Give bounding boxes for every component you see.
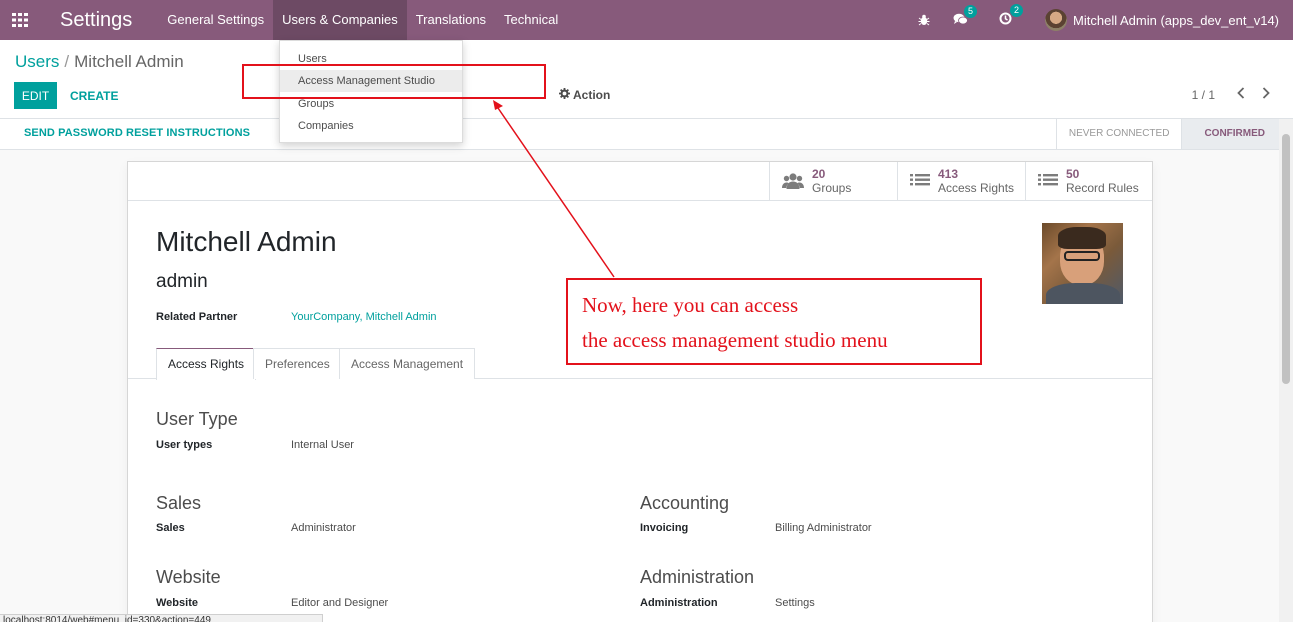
tab-access-management[interactable]: Access Management: [339, 348, 476, 379]
tab-access-rights[interactable]: Access Rights: [156, 348, 257, 380]
groups-label: Groups: [812, 181, 852, 195]
breadcrumb: Users / Mitchell Admin: [15, 52, 184, 72]
user-avatar[interactable]: [1045, 9, 1068, 31]
menu-general-settings[interactable]: General Settings: [158, 0, 273, 40]
gear-icon: [559, 88, 573, 102]
main-menu: General Settings Users & Companies Trans…: [158, 0, 567, 40]
invoicing-label: Invoicing: [640, 522, 689, 534]
app-title: Settings: [60, 8, 133, 31]
access-rights-stat-text: 413 Access Rights: [938, 167, 1014, 195]
apps-menu-icon[interactable]: [0, 0, 40, 40]
messages-count-badge: 5: [964, 4, 978, 18]
user-photo[interactable]: [1042, 223, 1123, 304]
user-types-label: User types: [156, 439, 213, 451]
access-rights-smart-button[interactable]: 413 Access Rights: [897, 162, 1025, 200]
record-rules-count: 50: [1066, 167, 1080, 181]
form-sheet: 20 Groups 413 Access Rights 50 Record Ru…: [127, 161, 1153, 622]
messages-button[interactable]: 5: [953, 4, 978, 28]
status-confirmed[interactable]: CONFIRMED: [1181, 119, 1279, 149]
action-label: Action: [573, 88, 611, 102]
debug-bug-icon[interactable]: [918, 14, 930, 26]
administration-heading: Administration: [640, 567, 755, 587]
user-type-heading: User Type: [156, 409, 238, 429]
record-rules-label: Record Rules: [1066, 181, 1139, 195]
status-url-tooltip: localhost:8014/web#menu_id=330&action=44…: [0, 614, 323, 622]
related-partner-link[interactable]: YourCompany, Mitchell Admin: [291, 311, 437, 323]
user-menu[interactable]: Mitchell Admin (apps_dev_ent_v14): [1073, 13, 1279, 28]
action-dropdown-button[interactable]: Action: [559, 88, 610, 102]
highlight-box: [242, 64, 546, 99]
smart-button-box: 20 Groups 413 Access Rights 50 Record Ru…: [128, 162, 1152, 201]
systray: 5 2 Mitchell Admin (apps_dev_ent_v14): [909, 0, 1293, 40]
form-statusbar: SEND PASSWORD RESET INSTRUCTIONS NEVER C…: [0, 119, 1279, 150]
send-password-reset-button[interactable]: SEND PASSWORD RESET INSTRUCTIONS: [24, 127, 250, 139]
access-rights-count: 413: [938, 167, 959, 181]
pager-previous-button[interactable]: [1233, 85, 1249, 103]
annotation-callout: Now, here you can access the access mana…: [566, 278, 982, 365]
access-rights-label: Access Rights: [938, 181, 1015, 195]
activities-count-badge: 2: [1010, 4, 1024, 17]
sales-heading: Sales: [156, 493, 202, 513]
control-panel: Users / Mitchell Admin EDIT CREATE Action …: [0, 40, 1293, 119]
sales-label: Sales: [156, 522, 185, 534]
users-icon: [782, 172, 804, 190]
groups-count: 20: [812, 167, 826, 181]
chevron-right-icon: [1262, 86, 1270, 102]
status-never-connected[interactable]: NEVER CONNECTED: [1055, 119, 1182, 149]
dropdown-item-companies[interactable]: Companies: [280, 115, 462, 137]
sales-value: Administrator: [291, 522, 356, 534]
accounting-heading: Accounting: [640, 493, 730, 513]
pager-value: 1 / 1: [1191, 88, 1215, 102]
groups-smart-button[interactable]: 20 Groups: [769, 162, 897, 200]
photo-shirt: [1046, 283, 1120, 304]
create-button[interactable]: CREATE: [70, 82, 118, 109]
top-navbar: Settings General Settings Users & Compan…: [0, 0, 1293, 40]
groups-stat-text: 20 Groups: [812, 167, 851, 195]
invoicing-value: Billing Administrator: [775, 522, 872, 534]
list-icon: [1038, 173, 1058, 189]
tab-preferences[interactable]: Preferences: [253, 348, 342, 379]
list-icon: [910, 173, 930, 189]
annotation-line-1: Now, here you can access: [582, 293, 799, 317]
chevron-left-icon: [1237, 86, 1245, 102]
administration-value: Settings: [775, 597, 815, 609]
vertical-scrollbar[interactable]: [1279, 119, 1293, 622]
menu-technical[interactable]: Technical: [495, 0, 567, 40]
status-steps: NEVER CONNECTED CONFIRMED: [1055, 119, 1279, 149]
photo-hair: [1058, 227, 1106, 249]
breadcrumb-users-link[interactable]: Users: [15, 52, 59, 71]
breadcrumb-current: Mitchell Admin: [74, 52, 184, 71]
related-partner-label: Related Partner: [156, 311, 238, 323]
menu-users-companies[interactable]: Users & Companies: [273, 0, 407, 40]
scrollbar-thumb[interactable]: [1282, 134, 1290, 384]
activities-button[interactable]: 2: [999, 4, 1024, 28]
breadcrumb-separator: /: [64, 52, 70, 71]
pager-next-button[interactable]: [1258, 85, 1274, 103]
annotation-line-2: the access management studio menu: [582, 328, 888, 352]
website-heading: Website: [156, 567, 221, 587]
clock-icon: [999, 12, 1012, 28]
user-types-value: Internal User: [291, 439, 354, 451]
user-name-heading: Mitchell Admin: [156, 226, 337, 257]
website-label: Website: [156, 597, 198, 609]
record-rules-stat-text: 50 Record Rules: [1066, 167, 1139, 195]
website-value: Editor and Designer: [291, 597, 389, 609]
menu-translations[interactable]: Translations: [407, 0, 495, 40]
administration-label: Administration: [640, 597, 718, 609]
photo-glasses: [1064, 251, 1100, 261]
edit-button[interactable]: EDIT: [14, 82, 57, 109]
record-rules-smart-button[interactable]: 50 Record Rules: [1025, 162, 1153, 200]
user-login: admin: [156, 271, 208, 292]
